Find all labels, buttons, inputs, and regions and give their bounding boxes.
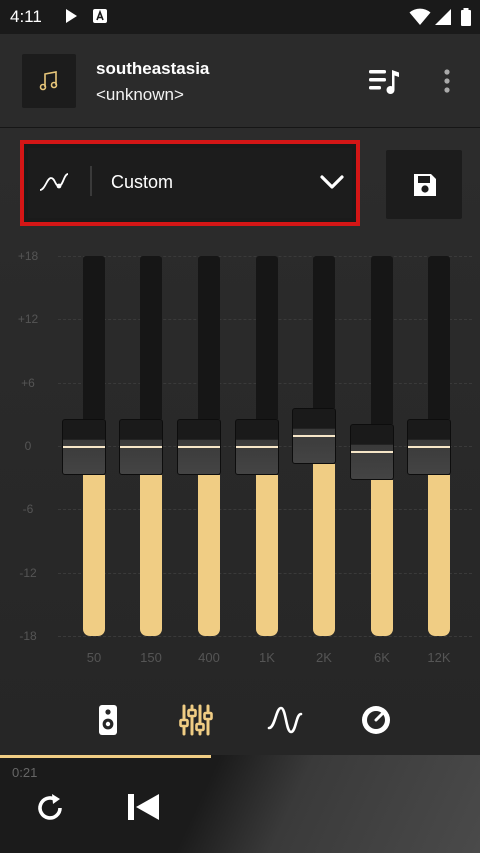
band-slider-knob[interactable] <box>62 419 106 475</box>
play-icon <box>64 8 78 29</box>
band-slider-knob[interactable] <box>177 419 221 475</box>
freq-label: 400 <box>198 650 220 665</box>
progress-bar[interactable] <box>0 755 212 758</box>
band-slider-knob[interactable] <box>407 419 451 475</box>
elapsed-time: 0:21 <box>12 765 38 780</box>
equalizer-panel: Custom +18 +12 +6 0 -6 -12 -18 50 150 400 1K 2K 6K 12… <box>0 128 480 755</box>
notification-a-icon <box>92 8 108 29</box>
status-time: 4:11 <box>10 7 42 26</box>
grid-line <box>58 636 472 637</box>
band-level-fill <box>256 475 278 636</box>
band-track-upper <box>313 256 335 409</box>
freq-label: 12K <box>427 650 451 665</box>
speaker-icon[interactable] <box>88 700 128 740</box>
band-track-upper <box>83 256 105 419</box>
db-label: -12 <box>19 565 37 580</box>
db-label: 0 <box>24 439 32 453</box>
eq-band-6k[interactable] <box>350 256 394 636</box>
waveform-icon[interactable] <box>265 700 305 740</box>
preset-selector[interactable]: Custom <box>20 140 360 226</box>
band-track-upper <box>428 256 450 419</box>
band-slider-knob[interactable] <box>292 408 336 465</box>
save-preset-button[interactable] <box>386 150 462 219</box>
freq-label: 150 <box>140 650 162 665</box>
band-level-fill <box>313 464 335 636</box>
band-slider-knob[interactable] <box>119 419 163 475</box>
band-level-fill <box>140 475 162 636</box>
band-track-upper <box>140 256 162 419</box>
band-level-fill <box>428 475 450 636</box>
eq-band-12k[interactable] <box>407 256 451 636</box>
status-bar: 4:11 <box>0 0 480 34</box>
band-level-fill <box>83 475 105 636</box>
preset-divider <box>90 166 92 196</box>
wifi-icon <box>409 8 431 31</box>
equalizer-sliders-icon[interactable] <box>175 700 215 740</box>
battery-icon <box>460 8 472 31</box>
signal-icon <box>434 8 452 31</box>
queue-music-icon[interactable] <box>368 66 402 101</box>
now-playing-header: southeastasia <unknown> <box>0 34 480 128</box>
band-slider-knob[interactable] <box>350 424 394 481</box>
band-track-upper <box>371 256 393 425</box>
db-label: +6 <box>21 375 35 390</box>
curve-icon <box>38 170 72 199</box>
eq-band-1k[interactable] <box>235 256 279 636</box>
eq-band-2k[interactable] <box>292 256 336 636</box>
band-level-fill <box>198 475 220 636</box>
repeat-icon[interactable] <box>33 791 67 830</box>
db-label: +12 <box>17 312 39 327</box>
freq-label: 2K <box>316 650 332 665</box>
eq-band-150[interactable] <box>119 256 163 636</box>
db-label: +18 <box>17 249 39 263</box>
freq-label: 50 <box>86 650 102 665</box>
album-art[interactable] <box>22 54 76 108</box>
bottom-tab-bar <box>0 688 480 755</box>
preset-dropdown[interactable]: Custom <box>28 148 352 218</box>
band-track-upper <box>198 256 220 419</box>
band-level-fill <box>371 480 393 636</box>
preset-label: Custom <box>111 172 174 192</box>
eq-band-50[interactable] <box>62 256 106 636</box>
band-track-upper <box>256 256 278 419</box>
freq-label: 6K <box>374 650 390 665</box>
equalizer-graph: +18 +12 +6 0 -6 -12 -18 50 150 400 1K 2K 6K 12K <box>0 248 480 688</box>
band-slider-knob[interactable] <box>235 419 279 475</box>
track-title: southeastasia <box>96 59 210 78</box>
db-label: -18 <box>19 629 37 643</box>
freq-label: 1K <box>259 650 275 665</box>
skip-previous-icon[interactable] <box>126 791 162 828</box>
chevron-down-icon <box>320 174 344 195</box>
db-label: -6 <box>22 502 34 517</box>
eq-band-400[interactable] <box>177 256 221 636</box>
track-artist: <unknown> <box>96 85 184 104</box>
dial-icon[interactable] <box>356 700 396 740</box>
mini-player: 0:21 <box>0 755 480 853</box>
more-vert-icon[interactable] <box>443 69 451 98</box>
